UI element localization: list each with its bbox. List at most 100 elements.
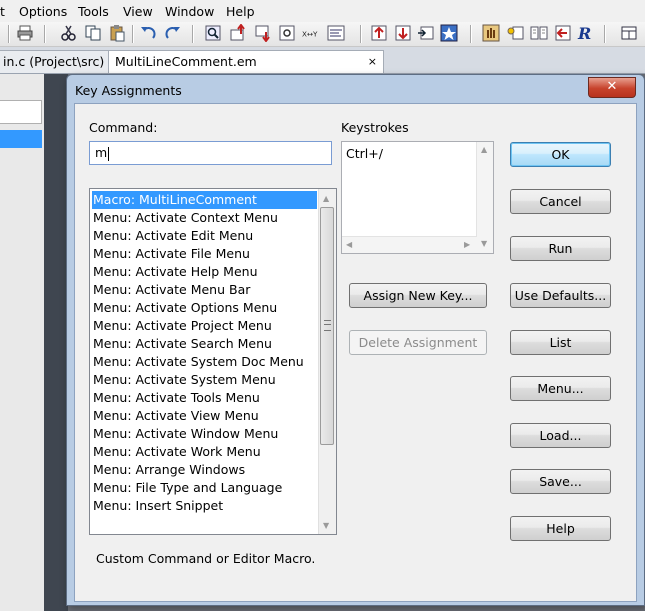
find-icon[interactable] [204, 24, 222, 42]
menu-window[interactable]: Window [165, 4, 214, 19]
command-list-item[interactable]: Menu: Activate File Menu [92, 245, 317, 263]
command-list-item[interactable]: Menu: Activate Work Menu [92, 443, 317, 461]
assign-new-key-button[interactable]: Assign New Key... [349, 283, 487, 308]
command-list-item[interactable]: Menu: Activate Project Menu [92, 317, 317, 335]
scrollbar-grip-icon [324, 320, 331, 331]
command-list-item[interactable]: Menu: Activate Options Menu [92, 299, 317, 317]
command-list-item[interactable]: Menu: Activate System Doc Menu [92, 353, 317, 371]
menu-help[interactable]: Help [226, 4, 255, 19]
command-list-item[interactable]: Menu: Activate View Menu [92, 407, 317, 425]
keystroke-item[interactable]: Ctrl+/ [346, 146, 383, 161]
command-list-item[interactable]: Menu: Activate Help Menu [92, 263, 317, 281]
redo-icon[interactable] [164, 24, 182, 42]
print-icon[interactable] [16, 24, 34, 42]
toolbar-separator [470, 25, 472, 43]
close-tab-icon[interactable]: × [368, 51, 377, 73]
command-input[interactable]: m [89, 141, 332, 165]
menu-options[interactable]: Options [19, 4, 67, 19]
scroll-up-icon[interactable]: ▲ [323, 194, 329, 204]
tab-label: in.c (Project\src) [3, 54, 105, 69]
command-list-item-selected[interactable]: Macro: MultiLineComment [92, 191, 317, 209]
word-wrap-icon[interactable] [327, 24, 345, 42]
ok-button[interactable]: OK [510, 142, 611, 167]
browse-icon[interactable] [278, 24, 296, 42]
copy-icon[interactable] [84, 24, 102, 42]
toolbar-separator [360, 25, 362, 43]
command-list-item[interactable]: Menu: Insert Snippet [92, 497, 317, 515]
indent-icon[interactable] [417, 24, 435, 42]
back-icon[interactable] [554, 24, 572, 42]
scroll-down-icon[interactable]: ▼ [323, 521, 329, 531]
menu-bar: t Options Tools View Window Help [0, 0, 645, 23]
command-list-item[interactable]: Menu: Activate Menu Bar [92, 281, 317, 299]
cut-icon[interactable] [60, 24, 78, 42]
command-list-item[interactable]: Menu: Activate Search Menu [92, 335, 317, 353]
swap-icon[interactable]: X↔Y [302, 24, 322, 42]
toolbar: X↔Y R [0, 22, 645, 47]
scroll-left-icon[interactable]: ◀ [346, 240, 352, 250]
menu-tools[interactable]: Tools [78, 4, 109, 19]
command-list-item[interactable]: Menu: Activate Context Menu [92, 209, 317, 227]
scroll-up-icon[interactable]: ▲ [481, 145, 487, 155]
keystrokes-list[interactable]: Ctrl+/ ▲ ▼ ◀ ▶ [341, 141, 494, 254]
book-icon[interactable] [530, 24, 548, 42]
keystrokes-horizontal-scrollbar[interactable]: ◀ ▶ [342, 236, 477, 253]
scroll-down-icon[interactable]: ▼ [481, 239, 487, 249]
undo-icon[interactable] [139, 24, 157, 42]
project-filter-field[interactable] [0, 100, 42, 124]
command-list-item[interactable]: Menu: Arrange Windows [92, 461, 317, 479]
jump-up-icon[interactable] [229, 24, 247, 42]
editor-area [44, 74, 68, 611]
menu-view[interactable]: View [123, 4, 153, 19]
scroll-right-icon[interactable]: ▶ [464, 240, 470, 250]
command-description: Custom Command or Editor Macro. [96, 551, 316, 566]
delete-assignment-button[interactable]: Delete Assignment [349, 330, 487, 355]
help-button[interactable]: Help [510, 516, 611, 541]
command-list-scrollbar[interactable]: ▲ ▼ [318, 189, 336, 534]
command-list-item[interactable]: Menu: Activate System Menu [92, 371, 317, 389]
jump-down-icon[interactable] [254, 24, 272, 42]
menu-edit-partial[interactable]: t [0, 4, 12, 19]
hand-icon[interactable] [482, 24, 500, 42]
bookmark-prev-icon[interactable] [370, 24, 388, 42]
selected-project-item[interactable] [0, 130, 42, 148]
command-list-item[interactable]: Menu: Activate Edit Menu [92, 227, 317, 245]
list-button[interactable]: List [510, 330, 611, 355]
window-icon[interactable] [620, 24, 638, 42]
menu-button[interactable]: Menu... [510, 376, 611, 401]
tab-multilinecomment-em[interactable]: MultiLineComment.em (Project.si4project)… [108, 50, 384, 91]
keystrokes-label: Keystrokes [341, 120, 409, 135]
command-label: Command: [89, 120, 158, 135]
use-defaults-button[interactable]: Use Defaults... [510, 283, 611, 308]
r-icon[interactable]: R [576, 24, 594, 42]
toolbar-separator [132, 25, 134, 43]
paste-icon[interactable] [108, 24, 126, 42]
command-list-item[interactable]: Menu: File Type and Language [92, 479, 317, 497]
command-list-item[interactable]: Menu: Activate Tools Menu [92, 389, 317, 407]
toolbar-separator [604, 25, 606, 43]
command-list[interactable]: Macro: MultiLineComment Menu: Activate Co… [89, 188, 337, 535]
key-assignments-dialog: Key Assignments ✕ Command: m Keystrokes … [66, 74, 645, 606]
toolbar-separator [44, 25, 46, 43]
toolbar-separator [8, 25, 10, 43]
command-input-value: m [95, 145, 108, 160]
dialog-client-area: Command: m Keystrokes Ctrl+/ ▲ ▼ ◀ ▶ Mac… [74, 103, 637, 602]
run-button[interactable]: Run [510, 236, 611, 261]
svg-text:X↔Y: X↔Y [302, 30, 318, 39]
toolbar-separator [192, 25, 194, 43]
command-list-item[interactable]: Menu: Activate Window Menu [92, 425, 317, 443]
star-icon[interactable] [440, 24, 458, 42]
load-button[interactable]: Load... [510, 423, 611, 448]
toggle-icon[interactable] [506, 24, 524, 42]
text-caret [108, 146, 110, 161]
close-button[interactable]: ✕ [588, 77, 636, 98]
svg-text:R: R [577, 24, 591, 42]
keystrokes-vertical-scrollbar[interactable]: ▲ ▼ [476, 142, 493, 253]
cancel-button[interactable]: Cancel [510, 189, 611, 214]
bookmark-next-icon[interactable] [394, 24, 412, 42]
file-tab-strip: in.c (Project\src) MultiLineComment.em (… [0, 47, 645, 91]
dialog-title: Key Assignments [75, 83, 182, 98]
save-button[interactable]: Save... [510, 469, 611, 494]
tab-main-c[interactable]: in.c (Project\src) [0, 50, 116, 73]
scrollbar-thumb[interactable] [320, 207, 334, 445]
